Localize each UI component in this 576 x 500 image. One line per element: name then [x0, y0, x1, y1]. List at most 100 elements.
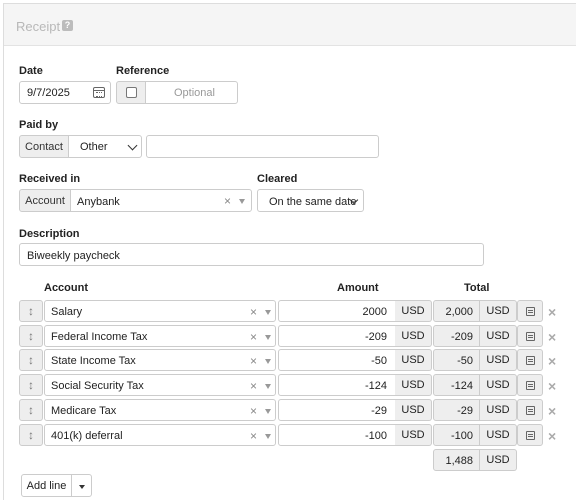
paid-by-addon: Contact — [19, 135, 69, 158]
caret-down-icon — [79, 485, 85, 489]
cleared-select[interactable]: On the same date — [257, 189, 364, 212]
line-amount-value: 2000 — [362, 306, 387, 318]
remove-x-icon[interactable]: × — [548, 354, 556, 368]
memo-icon — [526, 431, 535, 440]
reference-input[interactable]: Optional — [145, 81, 238, 104]
line-amount-input[interactable]: -50 — [278, 349, 396, 371]
caret-down-icon[interactable] — [239, 199, 245, 204]
line-total-currency: USD — [480, 300, 517, 322]
line-memo-button[interactable] — [517, 325, 543, 347]
line-total-value: 2,000 — [445, 306, 473, 318]
line-account-name: Medicare Tax — [51, 405, 117, 417]
clear-x-icon[interactable]: × — [250, 404, 257, 418]
paid-by-contact-input[interactable] — [146, 135, 379, 158]
line-total-value: -29 — [457, 405, 473, 417]
line-account-select[interactable]: Salary × — [44, 300, 276, 322]
line-total-currency: USD — [480, 399, 517, 421]
description-label: Description — [19, 228, 80, 240]
panel-header: Receipt ? — [4, 4, 576, 46]
caret-down-icon[interactable] — [265, 335, 271, 340]
line-amount-input[interactable]: -100 — [278, 424, 396, 446]
drag-handle-icon[interactable]: ↕ — [19, 374, 43, 396]
line-account-select[interactable]: Social Security Tax × — [44, 374, 276, 396]
line-amount-value: -209 — [364, 331, 387, 343]
grand-total-currency: USD — [480, 449, 517, 471]
add-line-button[interactable]: Add line — [21, 474, 72, 497]
remove-x-icon[interactable]: × — [548, 305, 556, 319]
line-amount-input[interactable]: -209 — [278, 325, 396, 347]
remove-x-icon[interactable]: × — [548, 330, 556, 344]
line-amount-input[interactable]: 2000 — [278, 300, 396, 322]
drag-handle-icon[interactable]: ↕ — [19, 399, 43, 421]
line-total-currency: USD — [480, 374, 517, 396]
calendar-icon[interactable] — [93, 87, 105, 98]
line-account-name: Salary — [51, 306, 83, 318]
drag-handle-icon[interactable]: ↕ — [19, 325, 43, 347]
paid-by-type-value: Other — [80, 141, 108, 153]
line-account-name: 401(k) deferral — [51, 430, 123, 442]
clear-x-icon[interactable]: × — [250, 379, 257, 393]
paid-by-type-select[interactable]: Other — [68, 135, 142, 158]
line-total-box: -50 — [433, 349, 480, 371]
line-memo-button[interactable] — [517, 424, 543, 446]
line-memo-button[interactable] — [517, 300, 543, 322]
reference-checkbox[interactable] — [125, 87, 137, 98]
drag-handle-icon[interactable]: ↕ — [19, 424, 43, 446]
panel-title: Receipt — [16, 19, 61, 34]
line-amount-currency: USD — [395, 399, 432, 421]
paid-by-addon-text: Contact — [25, 140, 63, 153]
column-header-amount: Amount — [337, 282, 379, 294]
description-input[interactable]: Biweekly paycheck — [19, 243, 484, 266]
drag-handle-icon[interactable]: ↕ — [19, 349, 43, 371]
line-account-select[interactable]: Medicare Tax × — [44, 399, 276, 421]
line-memo-button[interactable] — [517, 349, 543, 371]
line-total-value: -50 — [457, 355, 473, 367]
received-in-account-select[interactable]: Anybank × — [70, 189, 252, 212]
line-memo-button[interactable] — [517, 374, 543, 396]
clear-x-icon[interactable]: × — [224, 195, 231, 207]
line-account-select[interactable]: 401(k) deferral × — [44, 424, 276, 446]
clear-x-icon[interactable]: × — [250, 330, 257, 344]
caret-down-icon[interactable] — [265, 310, 271, 315]
received-in-label: Received in — [19, 173, 81, 185]
line-amount-input[interactable]: -29 — [278, 399, 396, 421]
line-total-box: -29 — [433, 399, 480, 421]
clear-x-icon[interactable]: × — [250, 305, 257, 319]
description-value: Biweekly paycheck — [27, 250, 120, 262]
reference-checkbox-addon[interactable] — [116, 81, 146, 104]
memo-icon — [526, 381, 535, 390]
caret-down-icon[interactable] — [265, 384, 271, 389]
caret-down-icon[interactable] — [265, 434, 271, 439]
line-amount-input[interactable]: -124 — [278, 374, 396, 396]
remove-x-icon[interactable]: × — [548, 429, 556, 443]
line-account-name: Federal Income Tax — [51, 331, 148, 343]
line-amount-value: -100 — [364, 430, 387, 442]
clear-x-icon[interactable]: × — [250, 354, 257, 368]
chevron-down-icon — [127, 140, 138, 151]
line-amount-currency: USD — [395, 424, 432, 446]
add-line-menu-button[interactable] — [71, 474, 92, 497]
line-memo-button[interactable] — [517, 399, 543, 421]
date-label: Date — [19, 65, 43, 77]
remove-x-icon[interactable]: × — [548, 404, 556, 418]
line-account-select[interactable]: Federal Income Tax × — [44, 325, 276, 347]
line-account-select[interactable]: State Income Tax × — [44, 349, 276, 371]
column-header-total: Total — [464, 282, 490, 294]
date-value: 9/7/2025 — [27, 87, 70, 99]
clear-x-icon[interactable]: × — [250, 429, 257, 443]
reference-placeholder: Optional — [174, 87, 215, 99]
grand-total-value: 1,488 — [445, 455, 473, 467]
remove-x-icon[interactable]: × — [548, 379, 556, 393]
line-total-value: -100 — [450, 430, 473, 442]
date-field[interactable]: 9/7/2025 — [19, 81, 111, 104]
line-total-value: -124 — [450, 380, 473, 392]
grand-total-box: 1,488 — [433, 449, 480, 471]
help-icon[interactable]: ? — [62, 20, 73, 31]
line-amount-currency: USD — [395, 325, 432, 347]
line-amount-value: -124 — [364, 380, 387, 392]
caret-down-icon[interactable] — [265, 359, 271, 364]
caret-down-icon[interactable] — [265, 409, 271, 414]
line-amount-currency: USD — [395, 374, 432, 396]
memo-icon — [526, 332, 535, 341]
drag-handle-icon[interactable]: ↕ — [19, 300, 43, 322]
